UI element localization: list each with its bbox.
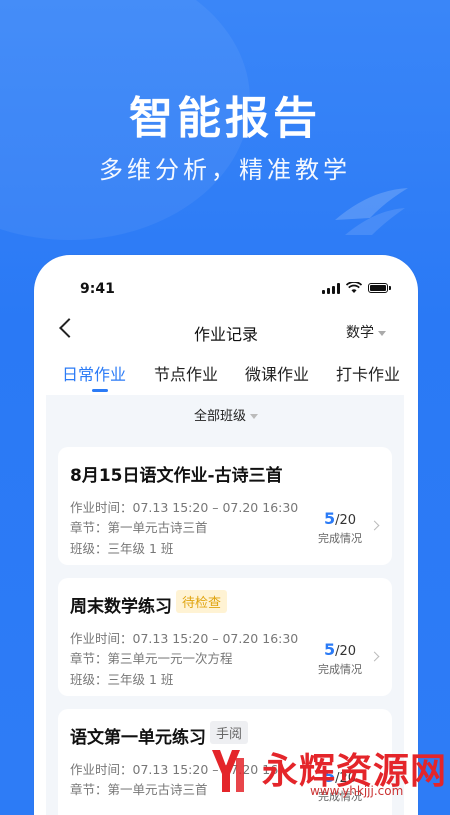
completion-progress: 5/20 完成情况 — [318, 640, 362, 677]
tab-daily[interactable]: 日常作业 — [62, 361, 126, 385]
wing-decoration-icon — [335, 188, 408, 235]
caret-down-icon — [250, 414, 258, 419]
status-icons — [322, 282, 391, 294]
chevron-right-icon — [369, 651, 380, 662]
completion-progress: 5/20 完成情况 — [318, 509, 362, 546]
status-badge: 手阅 — [210, 721, 249, 744]
homework-class: 班级：三年级 1 班 — [70, 541, 174, 556]
class-filter[interactable]: 全部班级 — [34, 405, 418, 424]
status-bar: 9:41 — [34, 279, 418, 299]
watermark-logo-icon — [212, 750, 244, 792]
homework-chapter: 章节：第一单元古诗三首 — [70, 520, 208, 535]
completed-count: 5 — [323, 640, 336, 659]
class-filter-label: 全部班级 — [193, 409, 246, 424]
site-watermark: 永辉资源网 www.yhkjjj.com — [200, 742, 450, 800]
homework-chapter: 章节：第一单元古诗三首 — [70, 782, 208, 797]
promo-subheadline: 多维分析，精准教学 — [99, 156, 351, 184]
signal-icon — [322, 282, 340, 294]
active-tab-indicator — [92, 389, 108, 392]
status-time: 9:41 — [80, 281, 115, 297]
completion-label: 完成情况 — [318, 532, 362, 545]
watermark-url: www.yhkjjj.com — [310, 784, 404, 798]
total-count: /20 — [335, 644, 357, 659]
completed-count: 5 — [323, 509, 336, 528]
tab-microlesson[interactable]: 微课作业 — [245, 361, 309, 385]
subject-dropdown[interactable]: 数学 — [346, 322, 386, 342]
promo-headline: 智能报告 — [129, 93, 321, 144]
homework-title: 8月15日语文作业-古诗三首 — [70, 466, 283, 486]
battery-icon — [368, 283, 391, 293]
phone-mockup: 9:41 作业记录 数学 日常作业 节点作业 微课作业 打卡作业 全部班级 8月… — [34, 255, 418, 815]
status-badge: 待检查 — [176, 590, 228, 613]
homework-card[interactable]: 周末数学练习 待检查 作业时间：07.13 15:20 – 07.20 16:3… — [58, 578, 392, 696]
chevron-right-icon — [369, 520, 380, 531]
homework-title: 语文第一单元练习 — [70, 728, 206, 748]
nav-bar: 作业记录 数学 — [34, 315, 418, 351]
completion-label: 完成情况 — [318, 663, 362, 676]
homework-tabs: 日常作业 节点作业 微课作业 打卡作业 — [34, 361, 418, 392]
caret-down-icon — [378, 330, 386, 336]
homework-time: 作业时间：07.13 15:20 – 07.20 16:30 — [70, 631, 299, 646]
homework-card[interactable]: 8月15日语文作业-古诗三首 作业时间：07.13 15:20 – 07.20 … — [58, 447, 392, 565]
homework-time: 作业时间：07.13 15:20 – 07.20 16:30 — [70, 500, 299, 515]
subject-label: 数学 — [346, 325, 374, 341]
homework-class: 班级：三年级 1 班 — [70, 672, 174, 687]
homework-chapter: 章节：第三单元一元一次方程 — [70, 651, 233, 666]
homework-title: 周末数学练习 — [70, 597, 172, 617]
wifi-icon — [346, 282, 362, 293]
tab-checkin[interactable]: 打卡作业 — [336, 361, 400, 385]
tab-milestone[interactable]: 节点作业 — [154, 361, 218, 385]
total-count: /20 — [335, 513, 357, 528]
